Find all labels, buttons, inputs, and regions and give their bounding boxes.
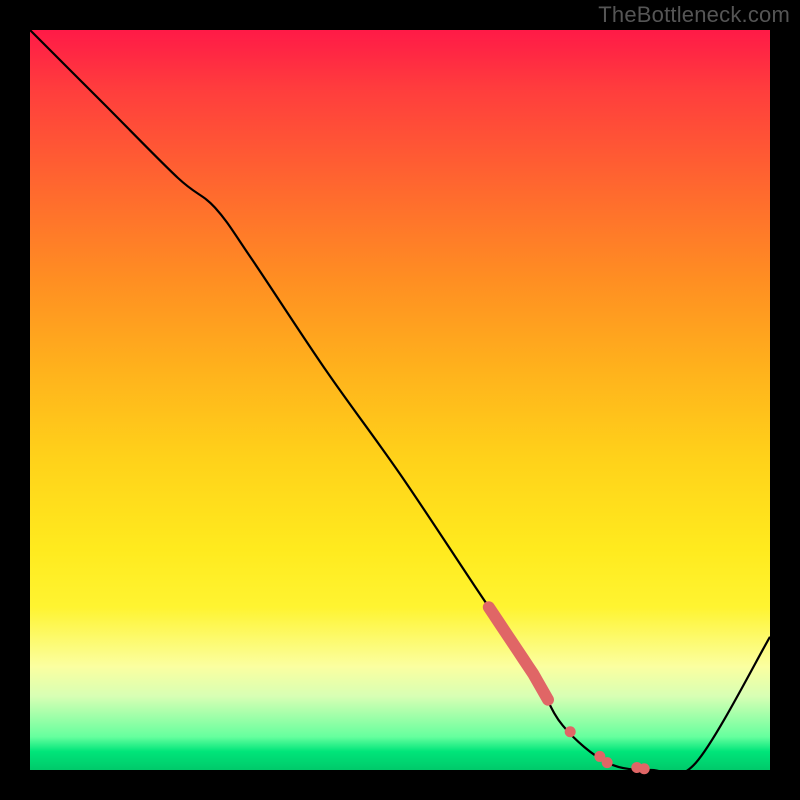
highlight-dots: [565, 726, 650, 774]
highlight-dot: [565, 726, 576, 737]
curve-svg: [30, 30, 770, 770]
chart-stage: TheBottleneck.com: [0, 0, 800, 800]
plot-area: [30, 30, 770, 770]
watermark-text: TheBottleneck.com: [598, 2, 790, 28]
highlight-segment: [489, 607, 548, 700]
highlight-dot: [639, 763, 650, 774]
highlight-dot: [602, 757, 613, 768]
bottleneck-curve-path: [30, 30, 770, 775]
